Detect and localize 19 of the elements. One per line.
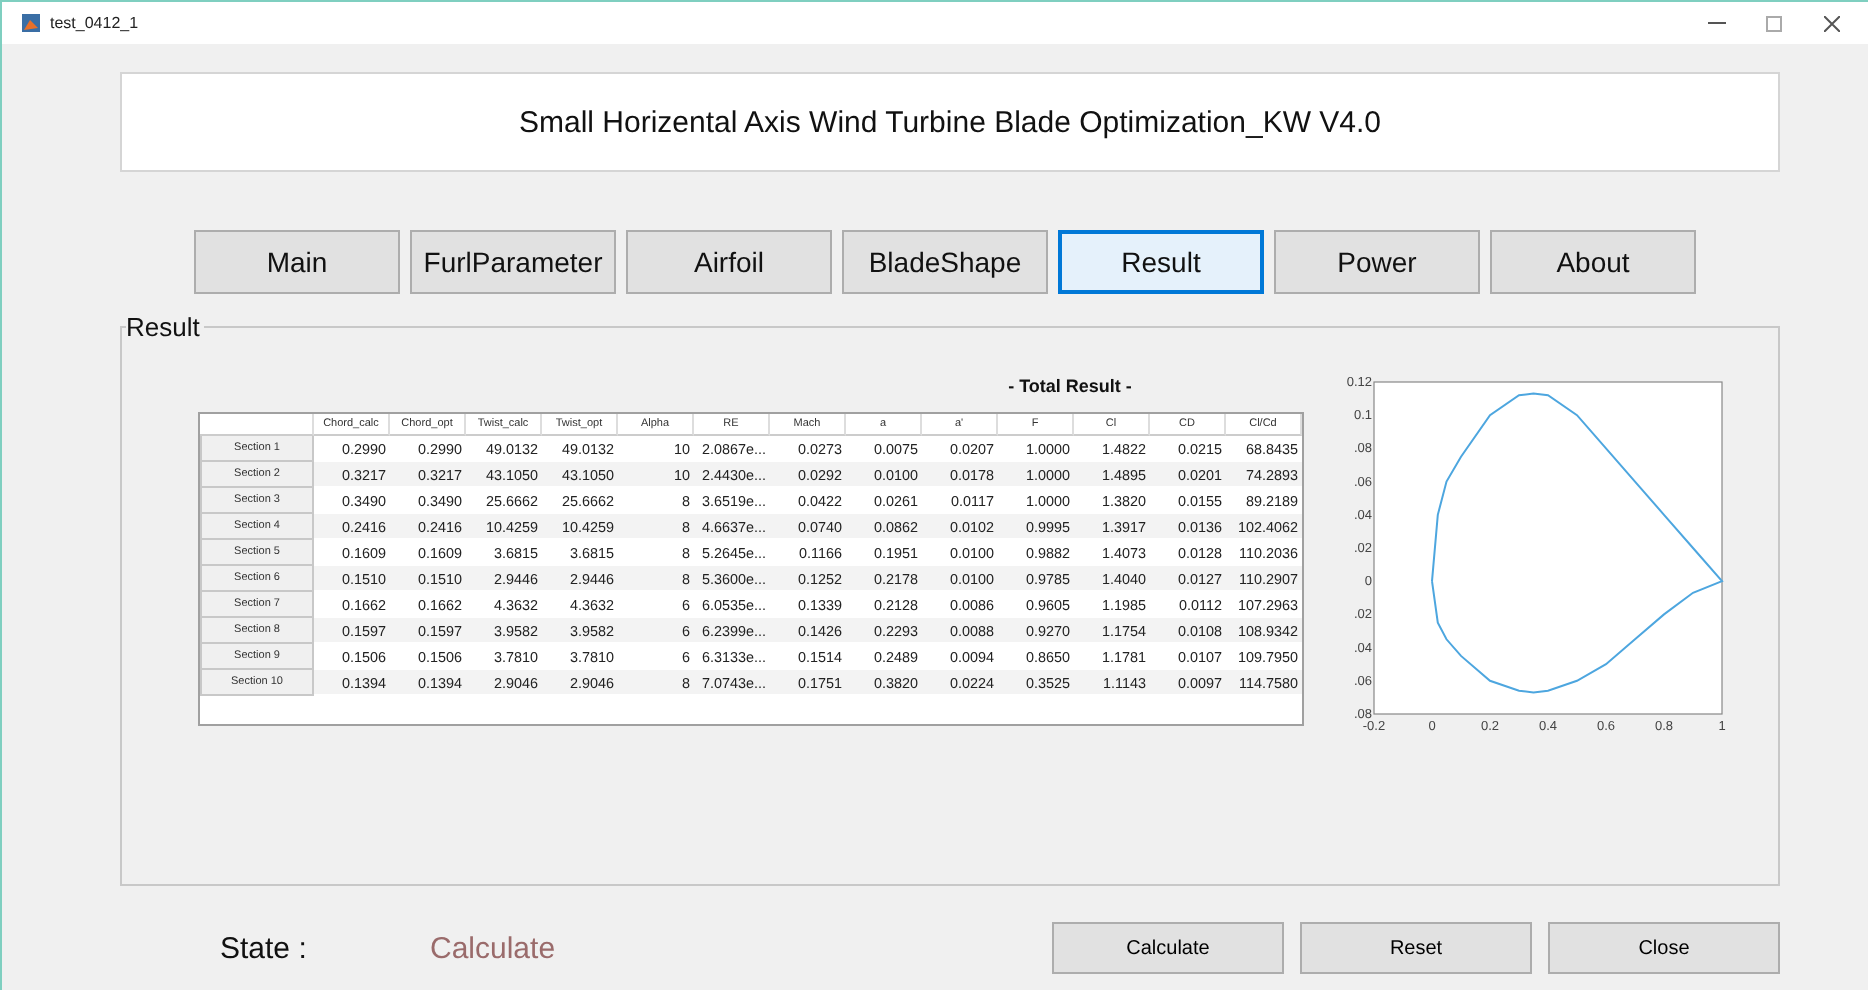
app-icon <box>22 14 40 32</box>
minimize-icon[interactable] <box>1707 22 1725 24</box>
action-button[interactable]: Calculate <box>1052 922 1284 974</box>
tab[interactable]: Main <box>194 230 400 294</box>
result-heading: - Total Result - <box>1008 376 1132 396</box>
tab[interactable]: FurlParameter <box>410 230 616 294</box>
tab[interactable]: About <box>1490 230 1696 294</box>
tab[interactable]: Power <box>1274 230 1480 294</box>
state-label: State : <box>220 931 309 965</box>
panel-title: Result <box>126 312 204 342</box>
close-icon[interactable] <box>1824 15 1840 31</box>
app-title: Small Horizental Axis Wind Turbine Blade Optimization_KW V4.0 <box>120 72 1780 172</box>
action-button[interactable]: Close <box>1548 922 1780 974</box>
state-value: Calculate <box>430 931 558 965</box>
tab[interactable]: BladeShape <box>842 230 1048 294</box>
action-button[interactable]: Reset <box>1300 922 1532 974</box>
tab[interactable]: Result <box>1058 230 1264 294</box>
window-title: test_0412_1 <box>50 14 141 32</box>
tab[interactable]: Airfoil <box>626 230 832 294</box>
